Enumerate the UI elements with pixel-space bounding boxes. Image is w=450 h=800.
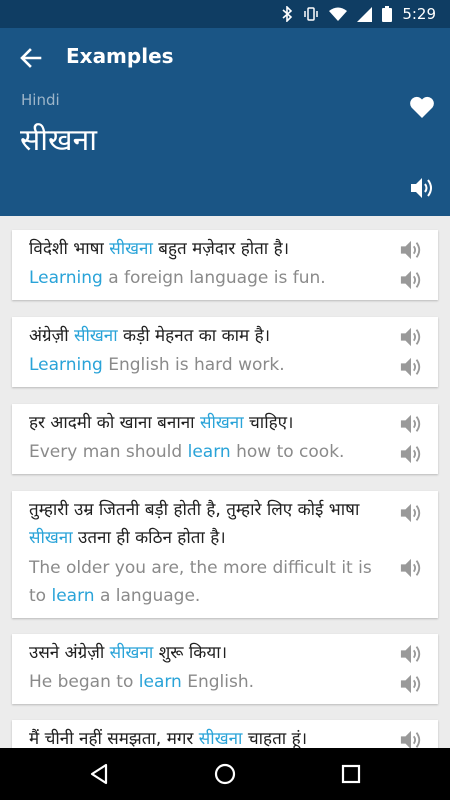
hindi-sentence: उसने अंग्रेज़ी सीखना शुरू किया। xyxy=(29,643,228,663)
back-arrow-icon[interactable] xyxy=(18,45,44,71)
wifi-icon xyxy=(329,7,348,21)
hindi-sentence: अंग्रेज़ी सीखना कड़ी मेहनत का काम है। xyxy=(29,326,271,346)
speaker-icon[interactable] xyxy=(399,269,423,291)
battery-icon xyxy=(382,6,393,22)
speaker-icon[interactable] xyxy=(399,443,423,465)
navigation-bar xyxy=(0,748,450,800)
speaker-icon[interactable] xyxy=(399,326,423,348)
nav-back-icon[interactable] xyxy=(87,762,111,786)
hindi-sentence: हर आदमी को खाना बनाना सीखना चाहिए। xyxy=(29,413,294,433)
bluetooth-icon xyxy=(281,6,293,22)
speaker-icon[interactable] xyxy=(399,413,423,435)
list-item: हर आदमी को खाना बनाना सीखना चाहिए। Every… xyxy=(12,404,438,474)
english-translation: Every man should learn how to cook. xyxy=(29,442,345,462)
clock-time: 5:29 xyxy=(402,5,436,23)
signal-icon xyxy=(357,6,373,22)
examples-list: विदेशी भाषा सीखना बहुत मज़ेदार होता है। … xyxy=(0,216,450,748)
list-item: अंग्रेज़ी सीखना कड़ी मेहनत का काम है। Le… xyxy=(12,317,438,387)
english-translation: The older you are, the more difficult it… xyxy=(29,558,372,606)
list-item: विदेशी भाषा सीखना बहुत मज़ेदार होता है। … xyxy=(12,230,438,300)
english-translation: He began to learn English. xyxy=(29,672,255,692)
speaker-icon[interactable] xyxy=(399,557,423,579)
word-heading: सीखना xyxy=(20,123,98,158)
speaker-icon[interactable] xyxy=(399,239,423,261)
list-item: तुम्हारी उम्र जितनी बड़ी होती है, तुम्हा… xyxy=(12,491,438,618)
list-item: मैं चीनी नहीं समझता, मगर सीखना चाहता हूं… xyxy=(12,720,438,748)
hindi-sentence: मैं चीनी नहीं समझता, मगर सीखना चाहता हूं… xyxy=(29,729,308,748)
nav-recents-icon[interactable] xyxy=(339,762,363,786)
toolbar: Examples xyxy=(0,28,450,86)
page-title: Examples xyxy=(66,44,174,68)
list-item: उसने अंग्रेज़ी सीखना शुरू किया। He began… xyxy=(12,634,438,704)
speaker-icon[interactable] xyxy=(399,673,423,695)
speaker-icon[interactable] xyxy=(399,502,423,524)
status-bar: 5:29 xyxy=(0,0,450,28)
speaker-icon[interactable] xyxy=(399,356,423,378)
speaker-icon[interactable] xyxy=(409,176,435,200)
english-translation: Learning a foreign language is fun. xyxy=(29,268,326,288)
english-translation: Learning English is hard work. xyxy=(29,355,285,375)
hindi-sentence: तुम्हारी उम्र जितनी बड़ी होती है, तुम्हा… xyxy=(29,500,360,548)
favorite-heart-icon[interactable] xyxy=(409,95,435,119)
language-label: Hindi xyxy=(21,91,60,109)
speaker-icon[interactable] xyxy=(399,729,423,748)
hindi-sentence: विदेशी भाषा सीखना बहुत मज़ेदार होता है। xyxy=(29,239,290,259)
header: Examples Hindi सीखना xyxy=(0,28,450,216)
vibrate-icon xyxy=(303,6,319,22)
nav-home-icon[interactable] xyxy=(213,762,237,786)
speaker-icon[interactable] xyxy=(399,643,423,665)
